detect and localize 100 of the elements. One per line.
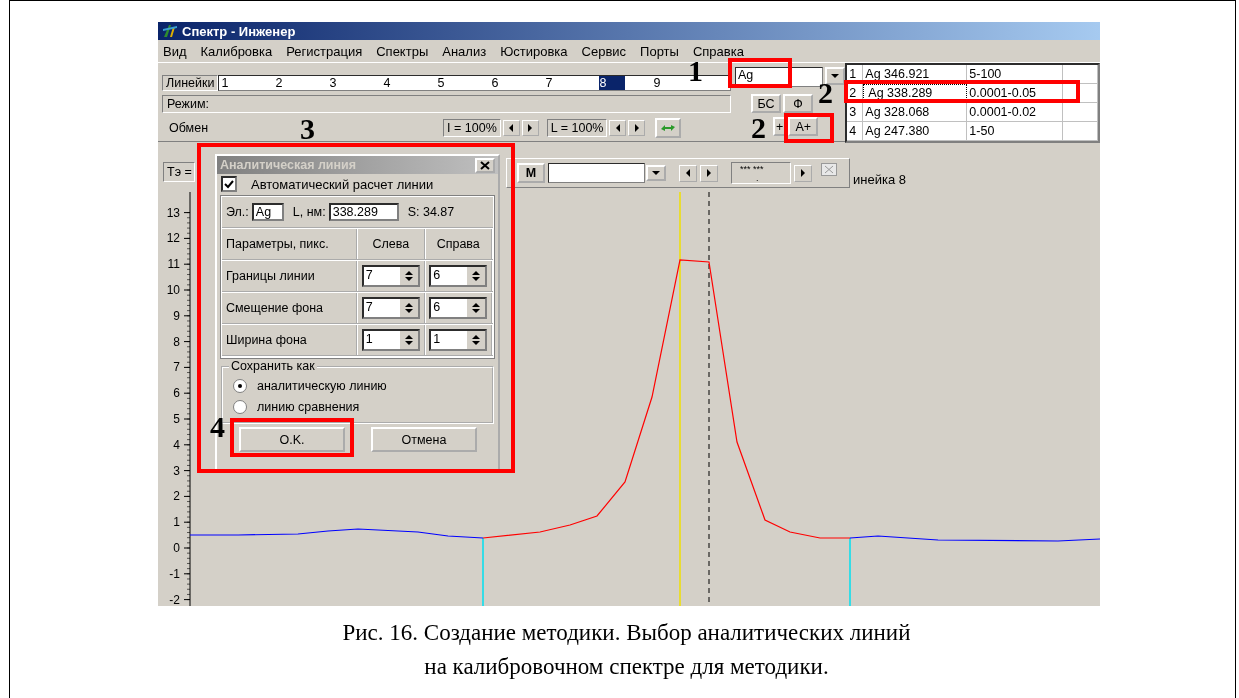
menu-item[interactable]: Спектры <box>376 43 429 59</box>
menu-item[interactable]: Справка <box>692 43 744 59</box>
arrows-icon <box>660 123 677 133</box>
dropdown-button[interactable] <box>646 165 666 181</box>
ruler-item[interactable]: 7 <box>545 76 600 90</box>
checkbox[interactable] <box>221 176 237 192</box>
figure-caption: на калибровочном спектре для методики. <box>423 653 830 681</box>
axis-tick-label: 7 <box>173 360 180 375</box>
axis-tick-label: 13 <box>166 205 180 220</box>
callout-number: 2 <box>751 113 766 143</box>
tool-button[interactable]: А+ <box>788 117 819 136</box>
callout-number: 3 <box>300 114 315 144</box>
cancel-button[interactable]: Отмена <box>371 427 477 452</box>
menu-item[interactable]: Сервис <box>581 43 627 59</box>
menu-item[interactable]: Регистрация <box>286 43 363 59</box>
radio-label: аналитическую линию <box>257 378 387 393</box>
ruler-item[interactable]: 3 <box>329 76 384 90</box>
close-icon <box>480 160 490 170</box>
menu-item[interactable]: Вид <box>163 43 187 59</box>
coordinates-dot: . <box>755 174 760 183</box>
wavelength-field[interactable]: 338.289 <box>328 203 399 221</box>
ok-button[interactable]: O.K. <box>239 427 345 452</box>
ruler-item[interactable]: 4 <box>383 76 438 90</box>
spin-arrows-icon <box>467 299 486 317</box>
axis-tick-label: 12 <box>166 231 180 246</box>
axis-tick-label: 8 <box>173 334 180 349</box>
right-arrow-button[interactable] <box>521 120 539 136</box>
spin-arrows-icon <box>399 299 418 317</box>
parameter-label: Ширина фона <box>222 325 358 355</box>
boundary-line <box>482 537 484 606</box>
axis-tick-label: 11 <box>167 257 180 272</box>
mode-button[interactable]: М <box>517 163 545 183</box>
right-arrow-button[interactable] <box>700 164 718 182</box>
axis-tick-label: 10 <box>166 283 180 297</box>
mode-label: Режим: <box>167 97 209 111</box>
menu-item[interactable]: Анализ <box>442 43 487 59</box>
spin-field[interactable]: 1 <box>361 329 420 351</box>
radio-button[interactable] <box>233 378 247 393</box>
spin-field[interactable]: 1 <box>429 329 488 351</box>
ruler-item[interactable]: 8 <box>599 76 626 90</box>
left-arrow-button[interactable] <box>502 120 520 136</box>
tool-button[interactable]: Ф <box>782 94 813 113</box>
rulers-label: Линейки <box>162 75 219 91</box>
te-label: Тэ = <box>163 162 195 182</box>
spin-arrows-icon <box>467 331 486 349</box>
callout-number: 4 <box>210 412 225 442</box>
spin-field[interactable]: 6 <box>429 297 488 319</box>
spin-field[interactable]: 7 <box>361 265 420 287</box>
menu-item[interactable]: Калибровка <box>200 43 273 59</box>
parameter-label: Границы линии <box>222 261 358 291</box>
table-cell: 0.0001-0.05 <box>967 84 1064 102</box>
axis-tick-label: -2 <box>169 592 180 606</box>
right-arrow-button[interactable] <box>794 164 812 182</box>
close-button[interactable] <box>475 157 495 173</box>
ruler-item[interactable]: 5 <box>437 76 492 90</box>
radio-button[interactable] <box>233 399 247 414</box>
axis-tick-label: 9 <box>173 308 180 323</box>
spectrum-combo[interactable] <box>548 163 645 183</box>
radio-label: линию сравнения <box>257 399 360 414</box>
highlight-frame <box>728 58 792 88</box>
menu-item[interactable]: Юстировка <box>500 43 568 59</box>
table-cell: 3 <box>847 103 864 121</box>
spin-arrows-icon <box>399 267 418 285</box>
left-arrow-button[interactable] <box>609 120 627 136</box>
axis-tick-label: 3 <box>173 463 180 478</box>
intensity-value: S: 34.87 <box>407 205 455 219</box>
ruler-item[interactable]: 2 <box>275 76 330 90</box>
group-legend: Сохранить как <box>229 359 317 373</box>
window-title: Спектр - Инженер <box>182 23 296 39</box>
spin-field[interactable]: 6 <box>429 265 488 287</box>
element-field[interactable]: Ag <box>251 203 284 221</box>
spin-field[interactable]: 7 <box>361 297 420 319</box>
axis-tick-label: -1 <box>169 566 180 581</box>
table-cell: Ag 328.068 <box>863 103 968 121</box>
refresh-button[interactable] <box>655 118 682 138</box>
wavelength-label: L, нм: <box>292 205 326 219</box>
figure-caption: Рис. 16. Создание методики. Выбор аналитических линий <box>341 619 912 647</box>
left-arrow-button[interactable] <box>679 164 697 182</box>
boundary-line <box>849 537 851 606</box>
dropdown-button[interactable] <box>824 67 845 85</box>
table-row[interactable]: 4 Ag 247.380 1-50 <box>847 122 1098 141</box>
dialog-title: Аналитическая линия <box>220 158 357 172</box>
axis-tick-label: 0 <box>173 541 180 555</box>
table-row[interactable]: 3 Ag 328.068 0.0001-0.02 <box>847 103 1098 122</box>
tool-button[interactable]: БС <box>750 94 781 113</box>
table-cell: 1 <box>847 65 864 83</box>
spin-arrows-icon <box>467 267 486 285</box>
axis-tick-label: 5 <box>173 412 180 426</box>
menu-item[interactable]: Порты <box>640 43 679 59</box>
ruler-item[interactable]: 6 <box>491 76 546 90</box>
spin-arrows-icon <box>399 331 418 349</box>
element-label: Эл.: <box>226 205 249 219</box>
length-scale: L = 100% <box>546 119 608 137</box>
checkbox-label: Автоматический расчет линии <box>251 176 434 192</box>
axis-tick-label: 1 <box>173 515 180 530</box>
ruler-item[interactable]: 1 <box>221 76 276 90</box>
table-cell: 4 <box>847 122 864 140</box>
column-header: Параметры, пикс. <box>222 229 358 259</box>
coordinates-text: *** *** <box>740 165 765 174</box>
right-arrow-button[interactable] <box>628 120 646 136</box>
